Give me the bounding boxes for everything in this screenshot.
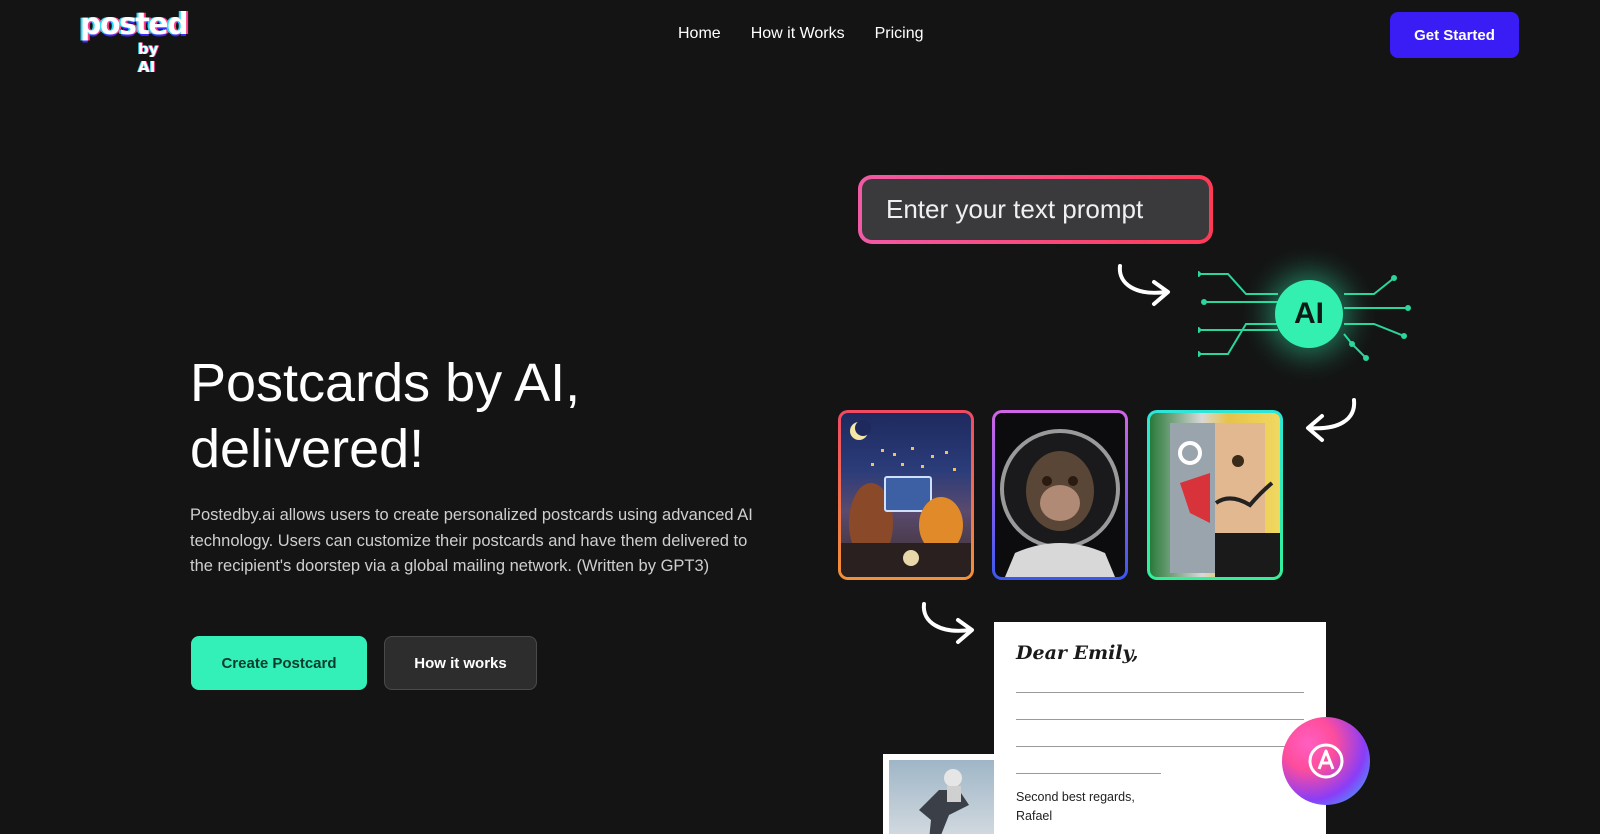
hero-description: Postedby.ai allows users to create perso… — [190, 506, 753, 575]
logo-word: posted — [80, 7, 189, 42]
generated-image-card — [838, 410, 974, 580]
astronaut-horse-image — [889, 760, 1003, 834]
letter-signoff-line2: Rafael — [1016, 809, 1053, 823]
letter-greeting: Dear Emily, — [1016, 642, 1139, 664]
prompt-box: Enter your text prompt — [858, 175, 1213, 244]
letter-line — [1016, 719, 1304, 720]
letter-line — [1016, 692, 1304, 693]
hero-title-line2: delivered! — [190, 419, 425, 479]
nav-item-home[interactable]: Home — [678, 24, 721, 44]
logo-by: by AI — [138, 40, 159, 76]
generated-image-card — [992, 410, 1128, 580]
create-postcard-button[interactable]: Create Postcard — [191, 636, 367, 690]
robot-portrait-image — [1150, 413, 1280, 577]
get-started-button[interactable]: Get Started — [1390, 12, 1519, 58]
monkey-astronaut-image — [995, 413, 1125, 577]
logo[interactable]: posted by AI — [80, 10, 189, 77]
nav-item-pricing[interactable]: Pricing — [875, 24, 924, 44]
curved-arrow-icon — [921, 602, 974, 644]
postcard-letter: Dear Emily, Second best regards, Rafael — [994, 622, 1326, 834]
letter-signoff: Second best regards, Rafael — [1016, 788, 1135, 826]
prompt-text: Enter your text prompt — [862, 179, 1209, 240]
ai-orb-icon — [1282, 717, 1370, 805]
city-night-image — [841, 413, 971, 577]
letter-line — [1016, 746, 1304, 747]
generated-image-card — [1147, 410, 1283, 580]
main-nav: Home How it Works Pricing — [678, 24, 924, 44]
hero-title-line1: Postcards by AI, — [190, 353, 581, 413]
letter-signoff-line1: Second best regards, — [1016, 790, 1135, 804]
curved-arrow-icon — [1117, 264, 1170, 306]
hero-title: Postcards by AI, delivered! — [190, 350, 750, 482]
how-it-works-button[interactable]: How it works — [384, 636, 537, 690]
curved-arrow-icon — [1306, 398, 1357, 442]
ai-badge: AI — [1275, 280, 1343, 348]
postcard-photo — [883, 754, 1009, 834]
letter-line — [1016, 773, 1161, 774]
nav-item-how-it-works[interactable]: How it Works — [751, 24, 845, 44]
